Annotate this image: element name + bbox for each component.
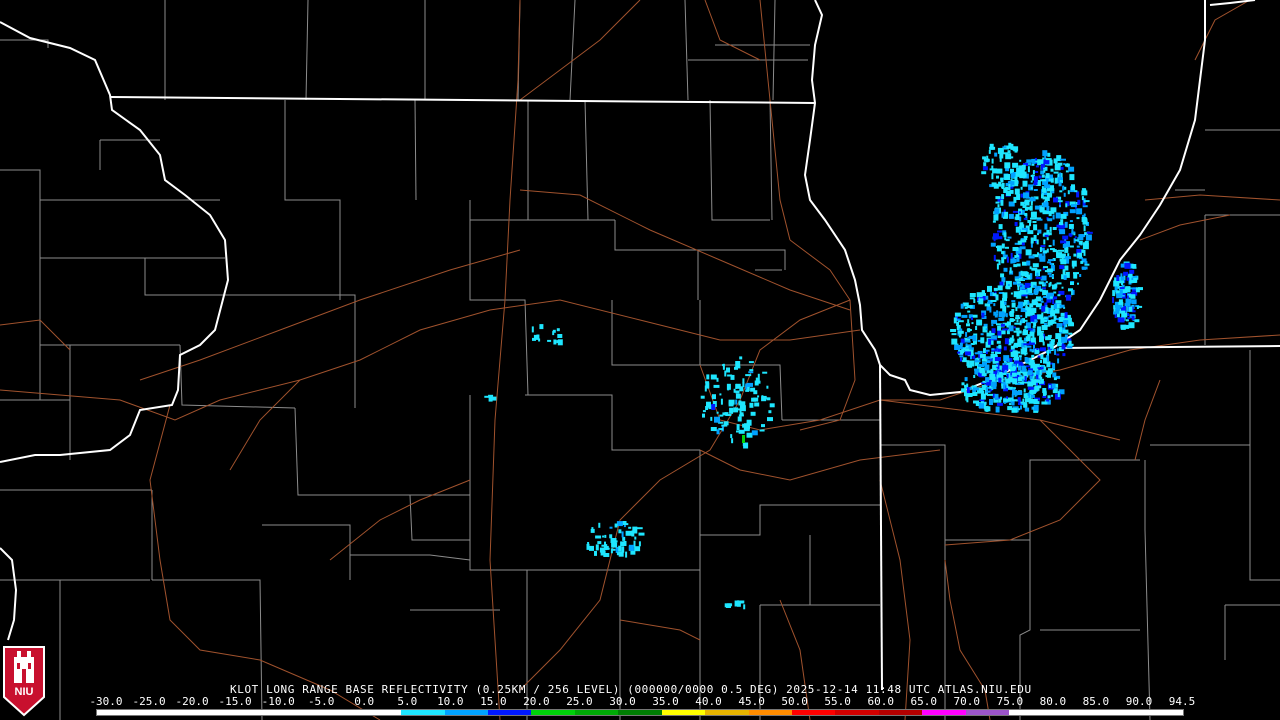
colorbar-tick-label: 60.0 [867,695,894,708]
colorbar-tick-label: 70.0 [953,695,981,708]
colorbar-tick-label: 80.0 [1039,695,1067,708]
colorbar-tick-label: 30.0 [609,695,636,708]
colorbar-tick-label: 50.0 [781,695,808,708]
colorbar-tick-label: 55.0 [824,695,851,708]
colorbar-tick-label: -30.0 [89,695,123,708]
colorbar-segment [705,710,749,715]
colorbar-segment [270,710,315,715]
colorbar-tick-label: 40.0 [695,695,722,708]
colorbar-segment [922,710,966,715]
colorbar-tick-label: 94.5 [1168,695,1196,708]
logo-text: NIU [15,686,34,698]
colorbar-tick-label: -5.0 [307,695,335,708]
colorbar-tick-label: 90.0 [1125,695,1153,708]
colorbar-segment [1139,710,1183,715]
colorbar-tick-label: 20.0 [523,695,550,708]
colorbar-tick-label: -20.0 [175,695,209,708]
colorbar-tick-label: 10.0 [437,695,464,708]
colorbar-tick-label: 85.0 [1082,695,1110,708]
colorbar-segment [487,710,532,715]
colorbar-tick-label: 75.0 [996,695,1024,708]
colorbar-segment [748,710,792,715]
colorbar-tick-label: 5.0 [397,695,418,708]
colorbar-segment [444,710,488,715]
radar-map [0,0,1280,720]
colorbar-tick-label: 0.0 [354,695,375,708]
colorbar-segment [965,710,1010,715]
colorbar-segment [878,710,923,715]
colorbar-tick-label: 35.0 [652,695,679,708]
colorbar-segment [1052,710,1097,715]
colorbar-segment [531,710,575,715]
colorbar-segment [357,710,402,715]
niu-logo: NIU [3,646,45,717]
colorbar [96,709,1184,716]
colorbar-ticks: -30.0 -25.0 -20.0 -15.0 -10.0 -5.0 0.0 5.0 10.0 1… [89,695,1196,708]
colorbar-segment [227,710,271,715]
colorbar-segment [1096,710,1140,715]
colorbar-tick-label: 15.0 [480,695,507,708]
colorbar-segment [792,710,836,715]
colorbar-segment [835,710,879,715]
colorbar-tick-label: -25.0 [132,695,166,708]
colorbar-segment [183,710,228,715]
colorbar-segment [314,710,358,715]
colorbar-segment [1009,710,1053,715]
colorbar-tick-label: 45.0 [738,695,765,708]
colorbar-tick-label: -10.0 [261,695,295,708]
colorbar-segment [618,710,662,715]
colorbar-segment [401,710,445,715]
colorbar-segment [661,710,706,715]
colorbar-tick-label: 65.0 [910,695,938,708]
colorbar-tick-label: 25.0 [566,695,593,708]
colorbar-segment [140,710,184,715]
colorbar-segment [97,710,141,715]
colorbar-segment [574,710,619,715]
colorbar-tick-label: -15.0 [218,695,252,708]
